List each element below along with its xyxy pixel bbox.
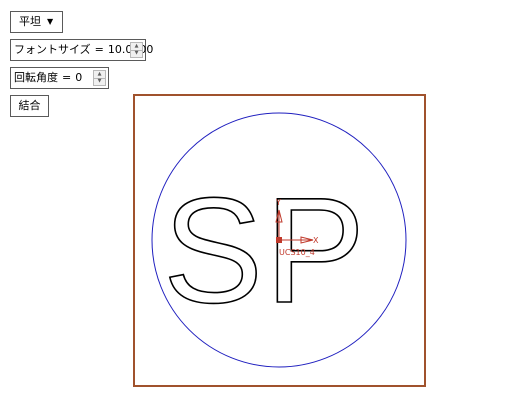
merge-button[interactable]: 結合 bbox=[10, 95, 49, 117]
chevron-down-icon: ▼ bbox=[47, 17, 54, 26]
spin-down-icon[interactable]: ▼ bbox=[130, 50, 143, 58]
merge-button-label: 結合 bbox=[18, 99, 41, 112]
ucs-origin-marker bbox=[276, 237, 282, 243]
spin-down-icon[interactable]: ▼ bbox=[93, 78, 106, 86]
ucs-y-label: Y bbox=[275, 198, 281, 207]
font-size-equals: = bbox=[94, 43, 104, 56]
spin-up-icon[interactable]: ▲ bbox=[130, 42, 143, 51]
rotation-angle-spinner[interactable]: ▲ ▼ bbox=[93, 70, 106, 86]
sp-glyphs: SP bbox=[163, 166, 367, 334]
font-size-field[interactable]: フォントサイズ = 10.0000 ▲ ▼ bbox=[10, 39, 153, 61]
ucs-x-label: X bbox=[313, 236, 319, 245]
drawing-canvas[interactable]: SP Y X UCS10_4 bbox=[133, 94, 427, 388]
rotation-angle-field[interactable]: 回転角度 = 0 ▲ ▼ bbox=[10, 67, 109, 89]
rotation-angle-value[interactable]: 0 bbox=[75, 68, 82, 88]
rotation-angle-equals: = bbox=[62, 71, 72, 84]
ucs-name-label: UCS10_4 bbox=[279, 248, 315, 257]
font-size-label: フォントサイズ bbox=[14, 43, 91, 56]
spin-up-icon[interactable]: ▲ bbox=[93, 70, 106, 79]
sp-text-outline: SP bbox=[162, 165, 367, 335]
font-size-spinner[interactable]: ▲ ▼ bbox=[130, 42, 143, 58]
mode-dropdown[interactable]: 平坦 ▼ bbox=[10, 11, 63, 33]
mode-dropdown-value: 平坦 bbox=[19, 15, 41, 28]
rotation-angle-label: 回転角度 bbox=[14, 71, 58, 84]
